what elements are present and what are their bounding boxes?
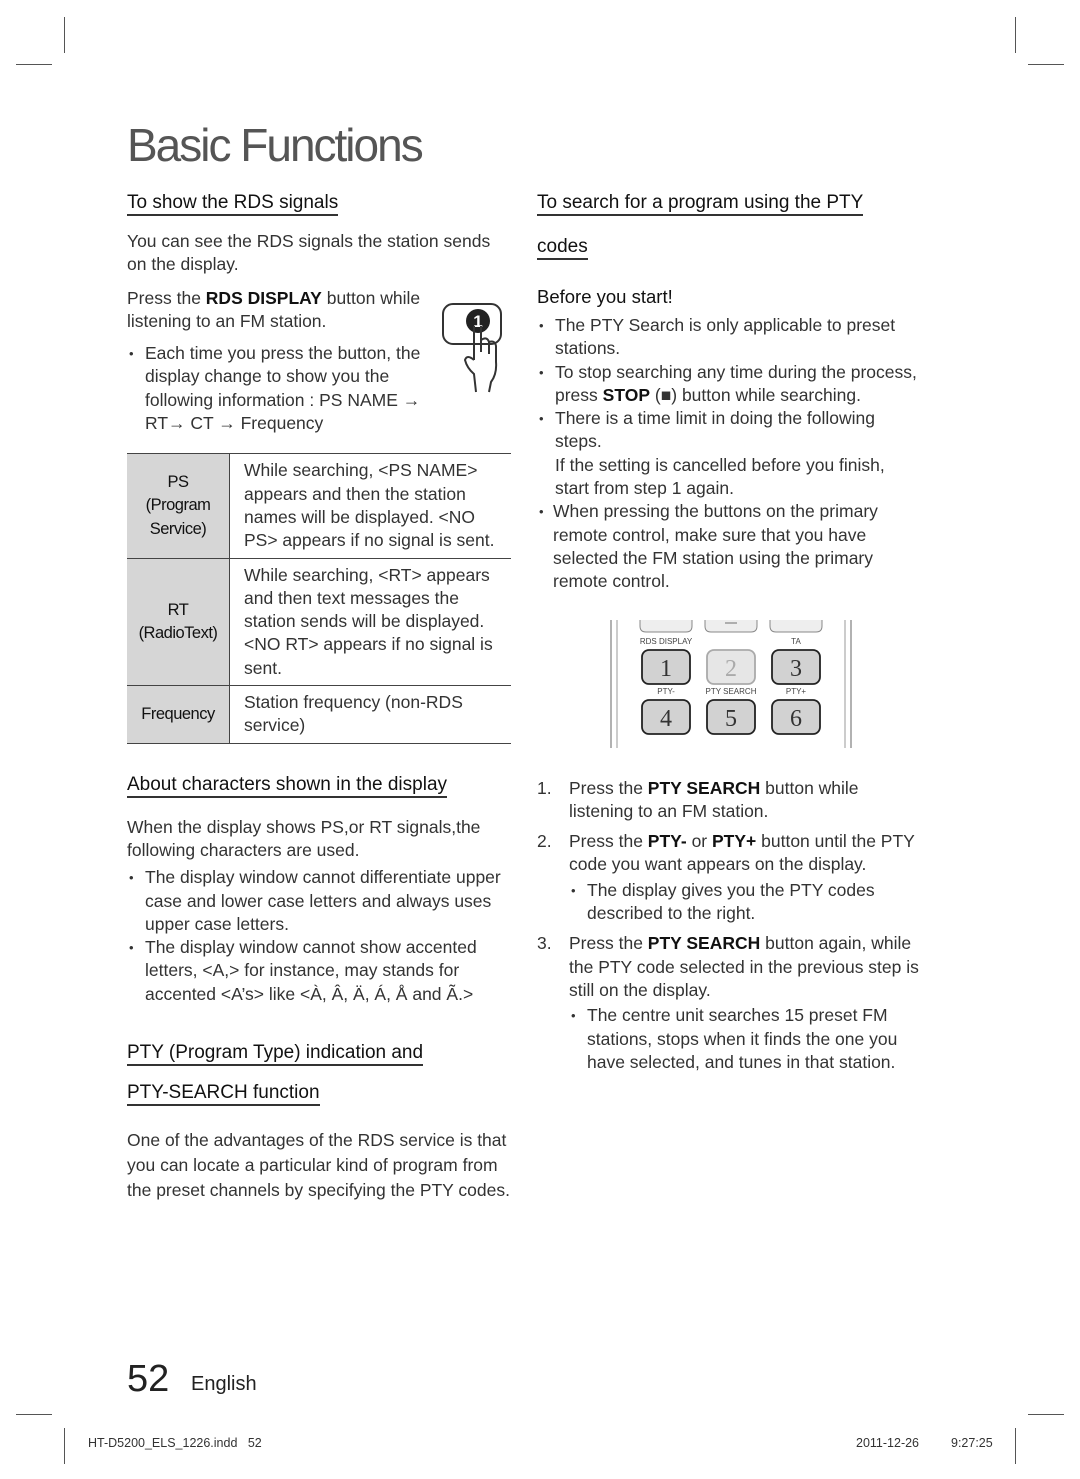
pty-body: One of the advantages of the RDS service… — [127, 1130, 510, 1201]
remote-key-label: RDS DISPLAY — [640, 637, 693, 646]
remote-key-number: 6 — [790, 706, 802, 732]
hand-press-icon: 1 — [442, 303, 502, 393]
crop-mark — [1028, 64, 1064, 65]
pty-search-heading-line1: To search for a program using the PTY — [537, 192, 864, 216]
table-key: PS (Program Service) — [127, 453, 230, 559]
remote-key-number: 3 — [790, 656, 802, 682]
page-number: 52 — [127, 1358, 170, 1400]
remote-key-number: 4 — [660, 706, 672, 732]
pty-heading-line2: PTY-SEARCH function — [127, 1082, 320, 1107]
remote-key-label: PTY- — [657, 687, 675, 696]
remote-key-label: PTY+ — [786, 687, 807, 696]
remote-key-label: TA — [791, 637, 801, 646]
table-row: RT (RadioText) While searching, <RT> appe… — [127, 557, 511, 687]
crop-mark — [16, 64, 52, 65]
crop-mark — [1015, 17, 1016, 53]
chars-bullet: The display window cannot differentiate … — [127, 866, 511, 936]
slug-filename: HT-D5200_ELS_1226.indd 52 — [88, 1436, 262, 1450]
rds-intro: You can see the RDS signals the station … — [127, 231, 491, 275]
table-key: RT (RadioText) — [127, 557, 230, 687]
before-you-start: Before you start! — [537, 286, 673, 307]
step-sub-bullet: The display gives you the PTY codes desc… — [569, 879, 922, 926]
crop-mark — [16, 1414, 52, 1415]
crop-mark — [1015, 1428, 1016, 1464]
remote-key-number: 1 — [660, 656, 672, 682]
pty-heading-line1: PTY (Program Type) indication and — [127, 1042, 424, 1067]
step-item: 2. Press the PTY- or PTY+ button until th… — [537, 830, 922, 925]
before-bullet: There is a time limit in doing the follo… — [537, 407, 922, 500]
step-item: 3. Press the PTY SEARCH button again, whi… — [537, 932, 922, 1074]
page-language: English — [191, 1373, 257, 1395]
chars-bullet: The display window cannot show accented … — [127, 936, 511, 1006]
right-column: To search for a program using the PTY co… — [537, 186, 922, 1081]
page-title: Basic Functions — [127, 119, 424, 171]
chars-intro: When the display shows PS,or RT signals,… — [127, 816, 481, 860]
step-item: 1. Press the PTY SEARCH button while list… — [537, 777, 859, 821]
chars-heading: About characters shown in the display — [127, 773, 448, 798]
slug-date: 2011-12-26 — [856, 1436, 920, 1450]
table-value: While searching, <RT> appears and then t… — [229, 557, 511, 687]
pty-search-heading-line2: codes — [537, 236, 588, 260]
table-row: Frequency Station frequency (non-RDS ser… — [127, 685, 511, 744]
crop-mark — [64, 1428, 65, 1464]
remote-key-number: 2 — [725, 656, 737, 682]
table-key: Frequency — [127, 685, 230, 744]
before-bullet: The PTY Search is only applicable to pre… — [537, 314, 922, 361]
rds-step: Press the RDS DISPLAY button while liste… — [127, 287, 421, 331]
table-value: While searching, <PS NAME> appears and t… — [229, 453, 511, 559]
before-bullet: When pressing the buttons on the primary… — [537, 500, 922, 593]
rds-heading: To show the RDS signals — [127, 192, 339, 216]
crop-mark — [1028, 1414, 1064, 1415]
step-sub-bullet: The centre unit searches 15 preset FM st… — [569, 1004, 922, 1074]
table-value: Station frequency (non-RDS service) — [229, 685, 511, 744]
table-row: PS (Program Service) While searching, <PS … — [127, 453, 511, 559]
remote-control-illustration: RDS DISPLAY TA 1 2 3 PTY- PTY SEARCH PTY+ 4 5 6 — [610, 619, 852, 748]
remote-key-label: PTY SEARCH — [706, 687, 757, 696]
slug-time: 9:27:25 — [951, 1436, 993, 1450]
rds-table: PS (Program Service) While searching, <PS … — [127, 453, 511, 744]
remote-key-number: 5 — [725, 706, 737, 732]
rds-bullet: Each time you press the button, the disp… — [127, 342, 427, 435]
before-bullet: To stop searching any time during the pr… — [537, 361, 922, 408]
crop-mark — [64, 17, 65, 53]
